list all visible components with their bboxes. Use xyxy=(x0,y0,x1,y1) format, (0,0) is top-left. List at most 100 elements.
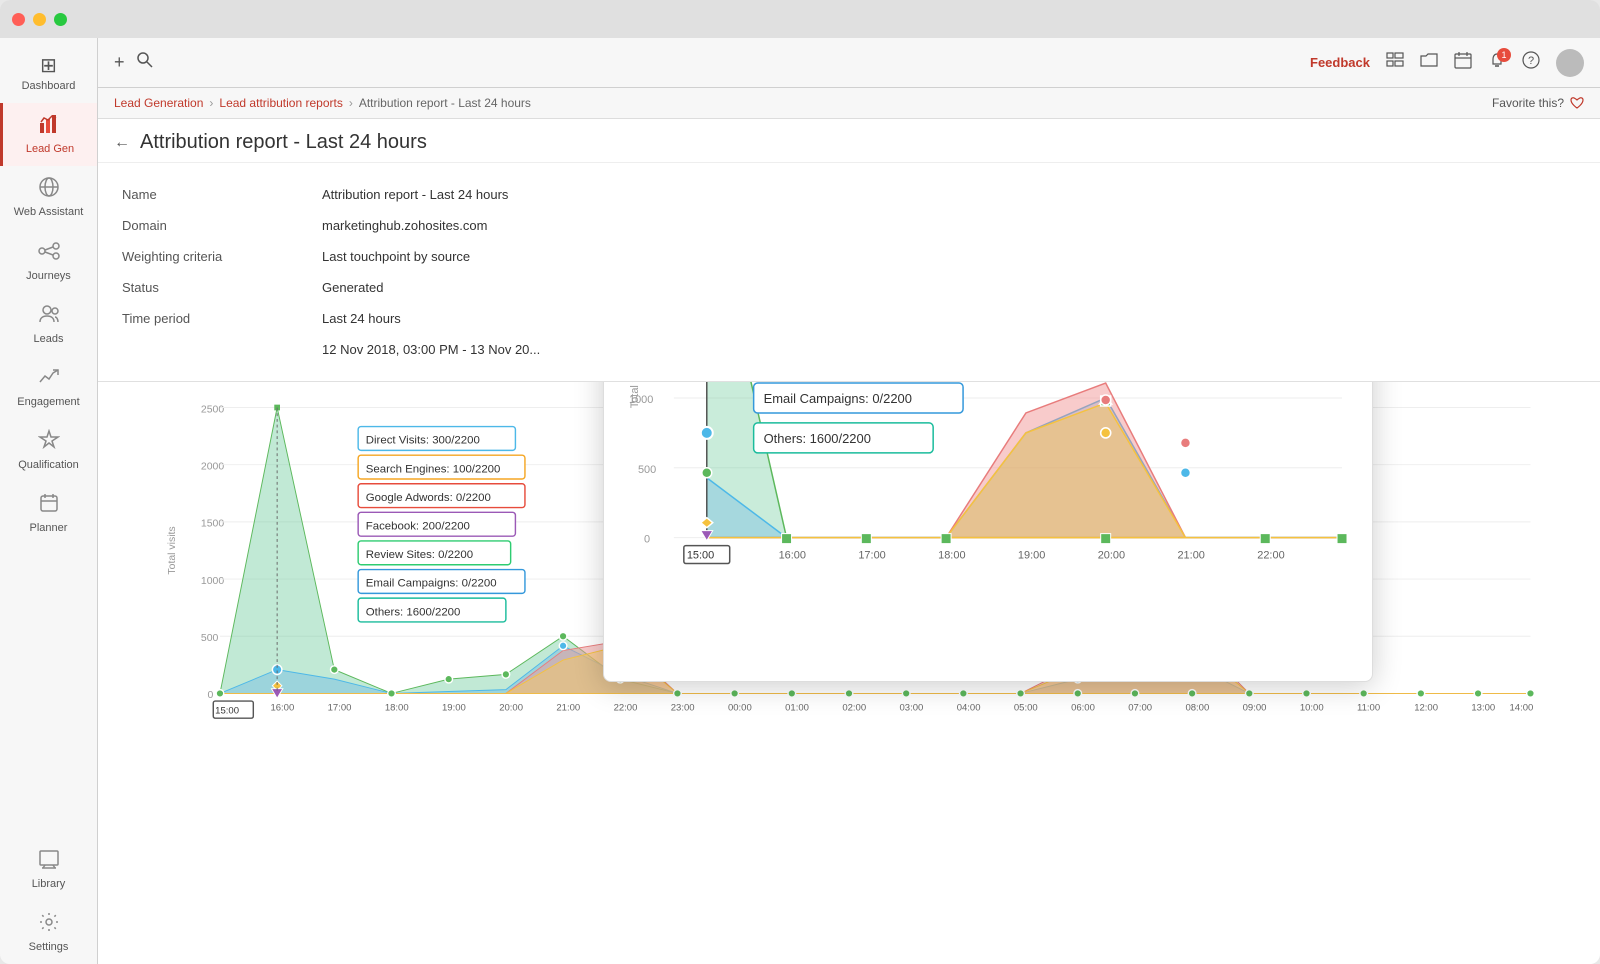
svg-text:00:00: 00:00 xyxy=(728,703,752,714)
sidebar-item-dashboard[interactable]: ⊞ Dashboard xyxy=(0,46,97,103)
report-value-range: 12 Nov 2018, 03:00 PM - 13 Nov 20... xyxy=(322,334,1576,365)
sidebar-item-library[interactable]: Library xyxy=(0,838,97,901)
app-window: ⊞ Dashboard Lead Gen Web Assistant Jour xyxy=(0,0,1600,964)
sidebar-item-web-assistant[interactable]: Web Assistant xyxy=(0,166,97,229)
svg-text:03:00: 03:00 xyxy=(900,703,924,714)
back-button[interactable]: ← xyxy=(114,134,130,152)
sidebar-item-planner[interactable]: Planner xyxy=(0,482,97,545)
svg-text:21:00: 21:00 xyxy=(556,703,580,714)
user-avatar[interactable] xyxy=(1556,49,1584,77)
svg-text:0: 0 xyxy=(208,690,214,701)
sidebar-item-qualification[interactable]: Qualification xyxy=(0,419,97,482)
svg-text:09:00: 09:00 xyxy=(1243,703,1267,714)
favorite-button[interactable]: Favorite this? xyxy=(1492,96,1584,110)
report-row-weighting: Weighting criteria Last touchpoint by so… xyxy=(122,241,1576,272)
sidebar-label-engagement: Engagement xyxy=(17,396,79,409)
page-header: ← Attribution report - Last 24 hours xyxy=(98,119,1600,163)
large-chart-svg: 2500 2000 1500 1000 500 0 Total visits xyxy=(624,382,1352,643)
sidebar-item-engagement[interactable]: Engagement xyxy=(0,356,97,419)
svg-text:13:00: 13:00 xyxy=(1471,703,1495,714)
notification-bell[interactable]: 1 xyxy=(1488,52,1506,73)
svg-text:Total visits: Total visits xyxy=(629,382,641,408)
svg-text:21:00: 21:00 xyxy=(1177,550,1204,562)
report-value-status: Generated xyxy=(322,272,1576,303)
sidebar-item-settings[interactable]: Settings xyxy=(0,901,97,964)
svg-text:07:00: 07:00 xyxy=(1128,703,1152,714)
chart-modal: Conversions 2500 2000 1500 1000 500 0 xyxy=(603,382,1373,682)
leads-icon xyxy=(38,303,60,329)
svg-text:18:00: 18:00 xyxy=(385,703,409,714)
svg-text:Email Campaigns: 0/2200: Email Campaigns: 0/2200 xyxy=(764,391,912,406)
journeys-icon xyxy=(38,240,60,266)
svg-text:Google Adwords: 0/2200: Google Adwords: 0/2200 xyxy=(366,492,491,504)
heart-icon xyxy=(1570,96,1584,110)
sidebar-label-planner: Planner xyxy=(30,522,68,535)
sidebar-item-leads[interactable]: Leads xyxy=(0,293,97,356)
report-label-status: Status xyxy=(122,272,322,303)
engagement-icon xyxy=(38,366,60,392)
svg-text:23:00: 23:00 xyxy=(671,703,695,714)
sidebar-item-lead-gen[interactable]: Lead Gen xyxy=(0,103,97,166)
close-button[interactable] xyxy=(12,13,25,26)
maximize-button[interactable] xyxy=(54,13,67,26)
svg-text:10:00: 10:00 xyxy=(1300,703,1324,714)
feedback-button[interactable]: Feedback xyxy=(1310,55,1370,70)
svg-text:08:00: 08:00 xyxy=(1185,703,1209,714)
search-icon[interactable] xyxy=(137,52,153,73)
svg-text:17:00: 17:00 xyxy=(858,550,885,562)
sidebar-label-web-assistant: Web Assistant xyxy=(14,206,84,219)
calendar-icon[interactable] xyxy=(1454,51,1472,74)
svg-text:Total visits: Total visits xyxy=(167,526,178,574)
help-icon[interactable]: ? xyxy=(1522,51,1540,74)
svg-text:18:00: 18:00 xyxy=(938,550,965,562)
top-bar-right: Feedback 1 ? xyxy=(1310,49,1584,77)
folder-icon[interactable] xyxy=(1420,51,1438,74)
svg-text:19:00: 19:00 xyxy=(442,703,466,714)
svg-text:Facebook: 200/2200: Facebook: 200/2200 xyxy=(366,521,470,533)
report-label-weighting: Weighting criteria xyxy=(122,241,322,272)
svg-text:22:00: 22:00 xyxy=(614,703,638,714)
minimize-button[interactable] xyxy=(33,13,46,26)
svg-text:17:00: 17:00 xyxy=(328,703,352,714)
report-info-table: Name Attribution report - Last 24 hours … xyxy=(122,179,1576,365)
svg-text:04:00: 04:00 xyxy=(957,703,981,714)
breadcrumb-lead-generation[interactable]: Lead Generation xyxy=(114,96,203,110)
qualification-icon xyxy=(38,429,60,455)
svg-text:15:00: 15:00 xyxy=(687,550,714,562)
lead-gen-icon xyxy=(39,113,61,139)
svg-text:15:00: 15:00 xyxy=(215,705,239,716)
svg-text:06:00: 06:00 xyxy=(1071,703,1095,714)
breadcrumb-lead-attribution[interactable]: Lead attribution reports xyxy=(219,96,342,110)
report-value-name: Attribution report - Last 24 hours xyxy=(322,179,1576,210)
svg-text:19:00: 19:00 xyxy=(1018,550,1045,562)
svg-text:01:00: 01:00 xyxy=(785,703,809,714)
svg-text:05:00: 05:00 xyxy=(1014,703,1038,714)
svg-text:16:00: 16:00 xyxy=(779,550,806,562)
top-bar: + Feedback xyxy=(98,38,1600,88)
svg-text:20:00: 20:00 xyxy=(1098,550,1125,562)
add-icon[interactable]: + xyxy=(114,52,125,73)
sidebar-label-settings: Settings xyxy=(29,941,69,954)
breadcrumb: Lead Generation › Lead attribution repor… xyxy=(98,88,1600,119)
main-content: + Feedback xyxy=(98,38,1600,964)
svg-text:Others: 1600/2200: Others: 1600/2200 xyxy=(764,431,871,446)
svg-text:2000: 2000 xyxy=(201,461,224,472)
title-bar xyxy=(0,0,1600,38)
svg-text:Review Sites: 0/2200: Review Sites: 0/2200 xyxy=(366,549,473,561)
report-row-range: 12 Nov 2018, 03:00 PM - 13 Nov 20... xyxy=(122,334,1576,365)
report-row-status: Status Generated xyxy=(122,272,1576,303)
planner-icon xyxy=(38,492,60,518)
list-icon[interactable] xyxy=(1386,51,1404,74)
report-label-domain: Domain xyxy=(122,210,322,241)
report-row-domain: Domain marketinghub.zohosites.com xyxy=(122,210,1576,241)
favorite-label: Favorite this? xyxy=(1492,96,1564,110)
sidebar-item-journeys[interactable]: Journeys xyxy=(0,230,97,293)
sidebar-label-qualification: Qualification xyxy=(18,459,79,472)
page-title: Attribution report - Last 24 hours xyxy=(140,131,427,154)
svg-text:02:00: 02:00 xyxy=(842,703,866,714)
library-icon xyxy=(38,848,60,874)
report-row-name: Name Attribution report - Last 24 hours xyxy=(122,179,1576,210)
notification-count: 1 xyxy=(1497,48,1511,62)
top-bar-left: + xyxy=(114,52,153,73)
svg-text:14:00: 14:00 xyxy=(1510,703,1534,714)
